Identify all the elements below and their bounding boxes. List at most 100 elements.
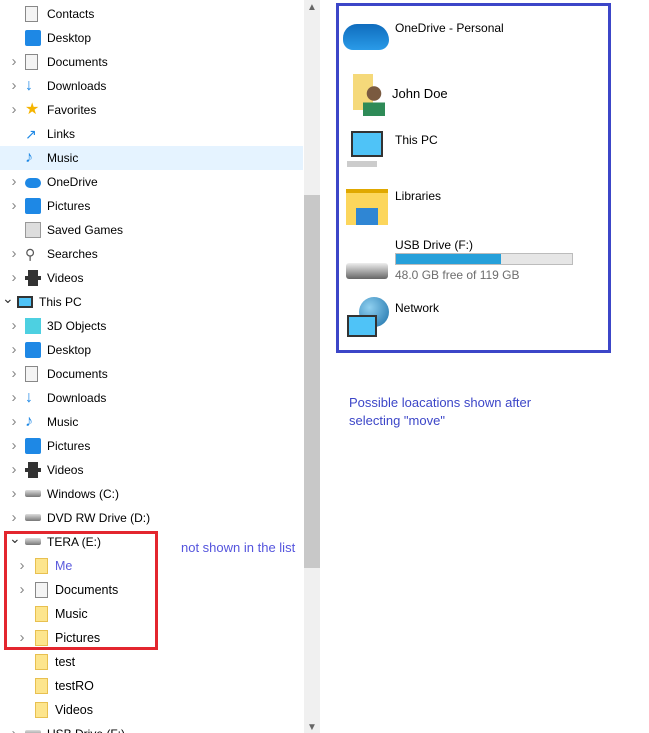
- videos-icon: [25, 270, 41, 286]
- annotation-possible-locations: Possible loacations shown after selectin…: [349, 395, 532, 428]
- tree-item-label: OneDrive: [47, 175, 98, 189]
- music-icon: ♪: [25, 413, 33, 430]
- search-icon: ⚲: [25, 246, 36, 262]
- tree-item-label: USB Drive (F:): [47, 727, 125, 733]
- tree-item[interactable]: Videos: [0, 698, 303, 722]
- location-label: Network: [395, 301, 440, 315]
- chevron-right-icon[interactable]: ›: [9, 726, 19, 733]
- tree-item[interactable]: test: [0, 650, 303, 674]
- tree-item[interactable]: › Pictures: [0, 434, 303, 458]
- tree-item-label: 3D Objects: [47, 319, 107, 333]
- location-network[interactable]: Network: [339, 291, 599, 346]
- usb-drive-icon: [346, 263, 388, 279]
- tree-item[interactable]: › USB Drive (F:): [0, 722, 303, 733]
- tree-item-label: Desktop: [47, 31, 92, 45]
- tree-item[interactable]: Saved Games: [0, 218, 303, 242]
- tree-item-label: DVD RW Drive (D:): [47, 511, 151, 525]
- tree-item-label: Music: [47, 415, 79, 429]
- tree-item[interactable]: › OneDrive: [0, 170, 303, 194]
- chevron-right-icon[interactable]: ›: [9, 486, 19, 501]
- tree-item-label: Videos: [55, 703, 93, 717]
- star-icon: ★: [25, 101, 40, 118]
- downloads-icon: ↓: [25, 389, 33, 406]
- tree-item[interactable]: Contacts: [0, 2, 303, 26]
- chevron-right-icon[interactable]: ›: [9, 510, 19, 525]
- this-pc-icon: [351, 131, 383, 157]
- 3d-objects-icon: [25, 318, 41, 334]
- onedrive-icon: [25, 178, 41, 188]
- location-this-pc[interactable]: This PC: [339, 121, 599, 176]
- chevron-right-icon[interactable]: ›: [9, 366, 19, 381]
- videos-icon: [25, 462, 41, 478]
- documents-icon: [25, 54, 38, 70]
- tree-item-label: test: [55, 655, 76, 669]
- chevron-right-icon[interactable]: ›: [9, 174, 19, 189]
- chevron-right-icon[interactable]: ›: [9, 438, 19, 453]
- tree-item[interactable]: testRO: [0, 674, 303, 698]
- location-user[interactable]: John Doe: [339, 66, 599, 116]
- tree-item[interactable]: › ↓ Downloads: [0, 386, 303, 410]
- usb-capacity-fill: [396, 254, 502, 264]
- chevron-down-icon[interactable]: ⌄: [2, 291, 14, 305]
- onedrive-icon: [343, 24, 389, 50]
- tree-item-label: Searches: [47, 247, 98, 261]
- tree-item[interactable]: › ♪ Music: [0, 410, 303, 434]
- tree-item[interactable]: › ⚲ Searches: [0, 242, 303, 266]
- chevron-right-icon[interactable]: ›: [9, 318, 19, 333]
- location-label: OneDrive - Personal: [395, 21, 504, 35]
- tree-item[interactable]: › Videos: [0, 266, 303, 290]
- tree-item[interactable]: › ↓ Downloads: [0, 74, 303, 98]
- tree-item-label: Favorites: [47, 103, 97, 117]
- usb-free-space: 48.0 GB free of 119 GB: [395, 268, 520, 282]
- tree-item-label: Videos: [47, 271, 84, 285]
- tree-item[interactable]: ⌄ This PC: [0, 290, 303, 314]
- tree-item[interactable]: › Videos: [0, 458, 303, 482]
- tree-item[interactable]: › Documents: [0, 50, 303, 74]
- highlight-box-red: [4, 531, 158, 650]
- tree-item[interactable]: ↗ Links: [0, 122, 303, 146]
- chevron-right-icon[interactable]: ›: [9, 102, 19, 117]
- tree-item-label: Videos: [47, 463, 84, 477]
- location-label: John Doe: [392, 86, 448, 101]
- move-locations-panel: OneDrive - Personal John Doe This PC Lib…: [336, 3, 611, 353]
- scrollbar-thumb[interactable]: [304, 195, 320, 568]
- tree-item[interactable]: ♪ Music: [0, 146, 303, 170]
- tree-item-label: Pictures: [47, 199, 91, 213]
- tree-item[interactable]: › DVD RW Drive (D:): [0, 506, 303, 530]
- tree-item[interactable]: › Pictures: [0, 194, 303, 218]
- music-icon: ♪: [25, 149, 33, 166]
- drive-icon: [25, 490, 41, 497]
- folder-icon: [35, 678, 48, 694]
- chevron-right-icon[interactable]: ›: [9, 198, 19, 213]
- downloads-icon: ↓: [25, 77, 33, 94]
- tree-item[interactable]: Desktop: [0, 26, 303, 50]
- tree-item-label: Downloads: [47, 391, 107, 405]
- annotation-not-shown: not shown in the list: [181, 540, 296, 555]
- location-onedrive[interactable]: OneDrive - Personal: [339, 6, 599, 62]
- tree-item[interactable]: › Documents: [0, 362, 303, 386]
- chevron-right-icon[interactable]: ›: [9, 390, 19, 405]
- location-libraries[interactable]: Libraries: [339, 181, 599, 231]
- chevron-right-icon[interactable]: ›: [9, 246, 19, 261]
- tree-item[interactable]: › ★ Favorites: [0, 98, 303, 122]
- chevron-right-icon[interactable]: ›: [9, 54, 19, 69]
- chevron-right-icon[interactable]: ›: [9, 462, 19, 477]
- tree-item-label: testRO: [55, 679, 94, 693]
- scroll-down-icon[interactable]: ▼: [304, 722, 320, 733]
- tree-item-label: Pictures: [47, 439, 91, 453]
- chevron-right-icon[interactable]: ›: [9, 414, 19, 429]
- chevron-right-icon[interactable]: ›: [9, 270, 19, 285]
- tree-scrollbar[interactable]: ▲ ▼: [304, 0, 320, 733]
- links-icon: ↗: [25, 126, 37, 142]
- tree-item-label: Windows (C:): [47, 487, 120, 501]
- tree-item[interactable]: › Windows (C:): [0, 482, 303, 506]
- user-avatar-icon: [363, 86, 385, 116]
- pictures-icon: [25, 438, 41, 454]
- scroll-up-icon[interactable]: ▲: [304, 2, 320, 13]
- chevron-right-icon[interactable]: ›: [9, 78, 19, 93]
- tree-item[interactable]: › Desktop: [0, 338, 303, 362]
- location-label: Libraries: [395, 189, 442, 203]
- chevron-right-icon[interactable]: ›: [9, 342, 19, 357]
- tree-item[interactable]: › 3D Objects: [0, 314, 303, 338]
- tree-item-label: Documents: [47, 367, 108, 381]
